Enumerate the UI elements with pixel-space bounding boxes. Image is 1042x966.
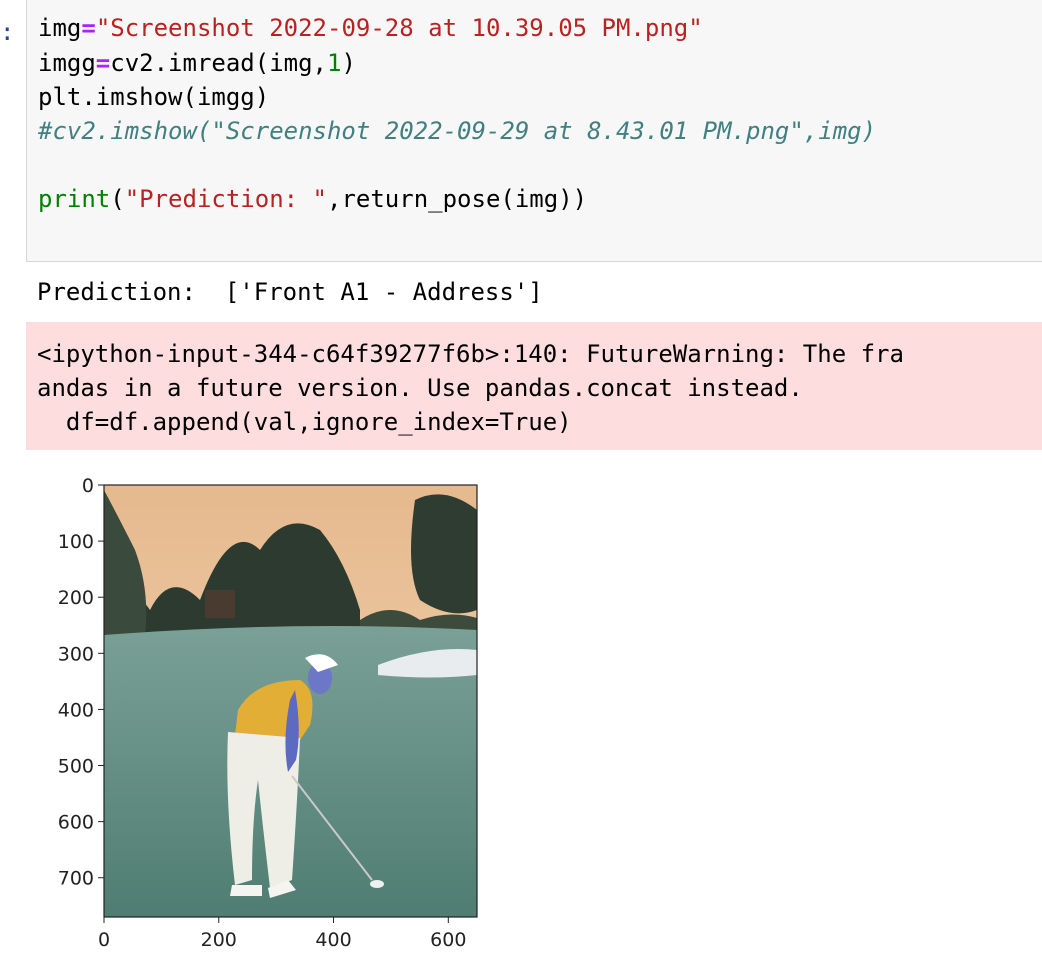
y-tick-label: 700 <box>58 868 94 890</box>
stderr-line-3: df=df.append(val,ignore_index=True) <box>37 408 572 436</box>
code-line-1: img="Screenshot 2022-09-28 at 10.39.05 P… <box>38 14 703 42</box>
imshow-figure-svg: 0 100 200 300 400 500 600 700 0 200 400 600 <box>58 475 478 951</box>
code-line-5: print("Prediction: ",return_pose(img)) <box>38 185 588 213</box>
code-line-2: imgg=cv2.imread(img,1) <box>38 49 356 77</box>
y-tick-label: 200 <box>58 587 94 609</box>
x-tick-label: 0 <box>98 929 110 951</box>
y-tick-label: 100 <box>58 531 94 553</box>
y-tick-label: 0 <box>82 475 94 497</box>
code-line-3: plt.imshow(imgg) <box>38 83 270 111</box>
y-tick-label: 600 <box>58 812 94 834</box>
x-tick-label: 600 <box>430 929 466 951</box>
y-axis-ticks: 0 100 200 300 400 500 600 700 <box>58 475 104 890</box>
x-axis-ticks: 0 200 400 600 <box>98 917 466 951</box>
code-cell-input[interactable]: img="Screenshot 2022-09-28 at 10.39.05 P… <box>26 0 1042 262</box>
code-line-4-comment: #cv2.imshow("Screenshot 2022-09-29 at 8.… <box>38 117 877 145</box>
x-tick-label: 400 <box>315 929 351 951</box>
y-tick-label: 500 <box>58 756 94 778</box>
golfer-image <box>104 485 477 917</box>
y-tick-label: 400 <box>58 699 94 721</box>
imshow-plot: 0 100 200 300 400 500 600 700 0 200 400 600 <box>0 460 560 962</box>
y-tick-label: 300 <box>58 643 94 665</box>
stdout-output: Prediction: ['Front A1 - Address'] <box>37 278 543 306</box>
stderr-output: <ipython-input-344-c64f39277f6b>:140: Fu… <box>26 322 1042 450</box>
stderr-line-1: <ipython-input-344-c64f39277f6b>:140: Fu… <box>37 340 904 368</box>
stderr-line-2: andas in a future version. Use pandas.co… <box>37 374 803 402</box>
x-tick-label: 200 <box>201 929 237 951</box>
cell-prompt: : <box>0 18 15 46</box>
